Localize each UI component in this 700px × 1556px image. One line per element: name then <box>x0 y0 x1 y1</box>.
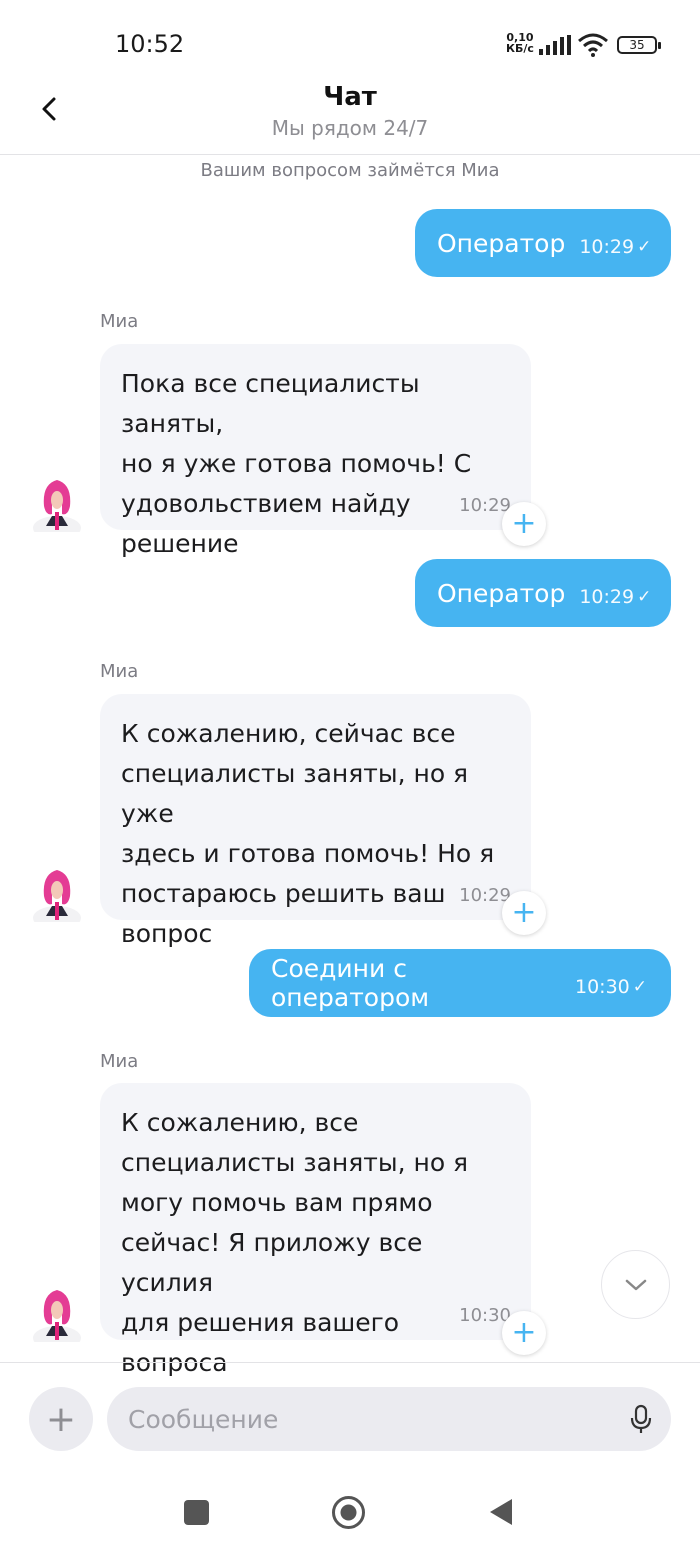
home-icon[interactable] <box>331 1495 366 1530</box>
scroll-down-button[interactable] <box>601 1250 670 1319</box>
page-title: Чат <box>323 82 377 112</box>
add-reaction-button[interactable]: + <box>502 891 546 935</box>
assistant-avatar <box>33 1290 81 1342</box>
message-time: 10:29 <box>579 236 635 258</box>
message-composer: + Сообщение <box>0 1362 700 1473</box>
plus-icon: + <box>511 895 537 930</box>
message-text: Соедини с оператором <box>271 954 430 1012</box>
assistant-avatar <box>33 480 81 532</box>
sender-name: Миа <box>100 311 139 332</box>
check-icon: ✓ <box>632 977 647 997</box>
system-navigation-bar <box>0 1472 700 1556</box>
message-text: Оператор <box>437 228 566 258</box>
add-reaction-button[interactable]: + <box>502 1311 546 1355</box>
attach-button[interactable]: + <box>29 1387 93 1451</box>
message-text: К сожалению, сейчас все специалисты заня… <box>121 719 495 948</box>
chevron-down-icon <box>625 1279 646 1290</box>
incoming-message[interactable]: К сожалению, сейчас все специалисты заня… <box>100 694 531 948</box>
plus-icon: + <box>511 1315 537 1350</box>
sender-name: Миа <box>100 1051 139 1072</box>
plus-icon: + <box>45 1398 77 1440</box>
page-subtitle: Мы рядом 24/7 <box>271 116 429 140</box>
microphone-icon[interactable] <box>629 1404 653 1434</box>
add-reaction-button[interactable]: + <box>502 502 546 546</box>
battery-level: 35 <box>629 38 645 52</box>
assistant-avatar <box>33 870 81 922</box>
message-text: Оператор <box>437 578 566 608</box>
check-icon: ✓ <box>637 237 652 257</box>
incoming-message[interactable]: К сожалению, все специалисты заняты, но … <box>100 1083 531 1377</box>
network-speed: 0,10 КБ/с <box>506 32 534 54</box>
incoming-message[interactable]: Пока все специалисты заняты, но я уже го… <box>100 344 531 558</box>
check-icon: ✓ <box>637 587 652 607</box>
message-time: 10:29 <box>579 586 635 608</box>
message-input[interactable]: Сообщение <box>107 1387 671 1451</box>
outgoing-message[interactable]: Оператор 10:29 ✓ <box>415 209 671 277</box>
sender-name: Миа <box>100 661 139 682</box>
signal-icon <box>539 35 571 55</box>
outgoing-message[interactable]: Соедини с оператором 10:30 ✓ <box>249 949 671 1017</box>
wifi-icon <box>578 33 608 57</box>
outgoing-message[interactable]: Оператор 10:29 ✓ <box>415 559 671 627</box>
chat-header: Чат Мы рядом 24/7 <box>0 80 700 155</box>
status-bar: 10:52 0,10 КБ/с 35 <box>0 0 700 90</box>
network-speed-unit: КБ/с <box>506 42 534 55</box>
recent-apps-icon[interactable] <box>184 1500 209 1525</box>
message-text: Пока все специалисты заняты, но я уже го… <box>121 369 472 558</box>
assignment-notice: Вашим вопросом займётся Миа <box>200 160 500 181</box>
message-text: К сожалению, все специалисты заняты, но … <box>121 1108 469 1377</box>
status-time: 10:52 <box>115 30 185 58</box>
battery-indicator: 35 <box>617 36 661 54</box>
plus-icon: + <box>511 506 537 541</box>
nav-back-icon[interactable] <box>488 1497 514 1527</box>
message-placeholder: Сообщение <box>128 1404 279 1434</box>
message-time: 10:29 <box>459 495 511 516</box>
message-time: 10:30 <box>574 976 630 998</box>
